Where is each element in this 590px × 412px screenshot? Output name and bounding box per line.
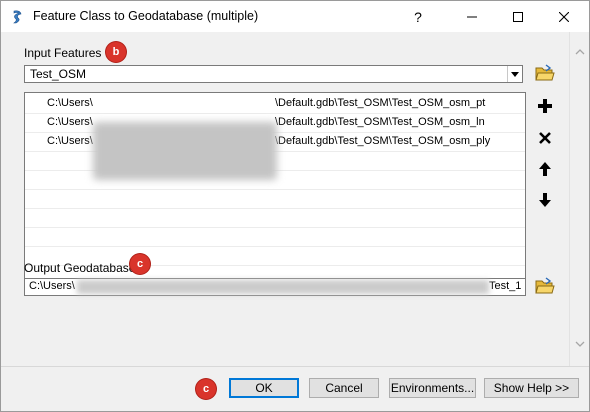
badge-b: b (106, 42, 126, 62)
badge-c: c (130, 254, 150, 274)
input-features-label: Input Features (24, 46, 102, 60)
input-features-value: Test_OSM (30, 67, 87, 81)
redacted-path (77, 280, 489, 294)
window-title: Feature Class to Geodatabase (multiple) (33, 9, 259, 23)
list-item-empty (25, 190, 525, 209)
help-button[interactable]: ? (395, 1, 441, 32)
dropdown-button[interactable] (507, 66, 522, 82)
minimize-icon (467, 16, 477, 17)
browse-output-button[interactable] (534, 275, 556, 297)
dialog-footer: c OK Cancel Environments... Show Help >> (1, 366, 589, 411)
move-up-button[interactable] (534, 158, 556, 180)
close-button[interactable] (541, 1, 587, 32)
add-button[interactable] (534, 95, 556, 117)
list-item[interactable]: C:\Users\ \Default.gdb\Test_OSM\Test_OSM… (25, 95, 525, 114)
environments-button[interactable]: Environments... (389, 378, 476, 398)
close-icon (559, 11, 569, 22)
scroll-up-button[interactable] (570, 42, 589, 62)
arrow-up-icon (539, 162, 551, 176)
redacted-path (93, 122, 277, 180)
title-bar: Feature Class to Geodatabase (multiple) … (1, 1, 589, 32)
maximize-button[interactable] (495, 1, 541, 32)
plus-icon (538, 99, 552, 113)
ok-button[interactable]: OK (229, 378, 299, 398)
vertical-scrollbar[interactable] (569, 32, 589, 366)
close-icon (539, 132, 551, 144)
arrow-down-icon (539, 193, 551, 207)
badge-c: c (196, 379, 216, 399)
remove-button[interactable] (534, 127, 556, 149)
chevron-down-icon (511, 71, 519, 77)
open-folder-icon (535, 64, 555, 81)
tool-dialog: Feature Class to Geodatabase (multiple) … (0, 0, 590, 412)
list-item-empty (25, 228, 525, 247)
chevron-down-icon (575, 341, 585, 347)
minimize-button[interactable] (449, 1, 495, 32)
input-features-combo[interactable]: Test_OSM (24, 65, 523, 83)
arctoolbox-icon (13, 10, 22, 24)
output-geodatabase-label: Output Geodatabase (24, 261, 136, 275)
chevron-up-icon (575, 49, 585, 55)
browse-input-button[interactable] (534, 62, 556, 84)
open-folder-icon (535, 277, 555, 294)
list-item-empty (25, 209, 525, 228)
scroll-down-button[interactable] (570, 334, 589, 354)
move-down-button[interactable] (534, 189, 556, 211)
show-help-button[interactable]: Show Help >> (484, 378, 579, 398)
help-label: ? (414, 8, 422, 25)
cancel-button[interactable]: Cancel (309, 378, 379, 398)
maximize-icon (513, 11, 523, 22)
dialog-content: Input Features b Test_OSM C:\Users\ \Def… (1, 32, 569, 366)
